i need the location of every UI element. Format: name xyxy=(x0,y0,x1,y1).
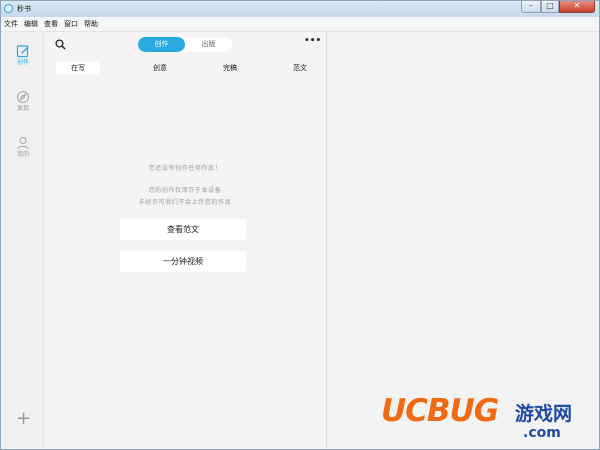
sidebar-item-create[interactable]: 创作 xyxy=(3,44,43,68)
segment-create[interactable]: 创作 xyxy=(138,37,185,52)
sidebar-item-label: 发现 xyxy=(16,105,29,112)
maximize-button[interactable]: □ xyxy=(541,1,559,13)
empty-note-storage: 您的创作仅保存于本设备 xyxy=(148,187,222,194)
watermark-cn-text: 游戏网 xyxy=(515,403,573,425)
tab-samples[interactable]: 范文 xyxy=(278,61,322,75)
sidebar-item-label: 我的 xyxy=(16,151,29,158)
menu-view[interactable]: 查看 xyxy=(41,17,61,31)
one-minute-video-button[interactable]: 一分钟视频 xyxy=(120,251,246,272)
title-bar: 秒书 – □ ✕ xyxy=(1,1,599,17)
tab-finished[interactable]: 完稿 xyxy=(208,61,252,75)
sidebar-item-discover[interactable]: 发现 xyxy=(3,90,43,114)
app-logo-icon xyxy=(4,4,13,13)
empty-message: 您还没有创作任何作品！ xyxy=(148,165,222,172)
watermark-domain: .com xyxy=(523,425,561,441)
watermark-brand: UCBUG xyxy=(381,393,499,429)
search-icon[interactable] xyxy=(55,39,66,50)
sidebar-item-label: 创作 xyxy=(16,59,29,66)
edit-icon xyxy=(16,45,29,58)
menu-bar: 文件 编辑 查看 窗口 帮助 xyxy=(1,17,599,32)
works-tabs: 在写 创意 完稿 范文 xyxy=(56,61,326,75)
watermark: UCBUG 游戏网 .com xyxy=(381,393,591,447)
add-icon[interactable]: + xyxy=(16,410,31,428)
window-title: 秒书 xyxy=(17,5,31,13)
tab-ideas[interactable]: 创意 xyxy=(138,61,182,75)
compass-icon xyxy=(16,90,30,104)
empty-note-privacy: 未经许可我们不会上传您的作品 xyxy=(138,199,232,206)
menu-window[interactable]: 窗口 xyxy=(61,17,81,31)
mode-toggle: 创作 出版 xyxy=(138,37,232,52)
tab-writing[interactable]: 在写 xyxy=(56,61,100,75)
more-icon[interactable]: ••• xyxy=(304,36,321,46)
left-sidebar: 创作 发现 我的 + xyxy=(3,32,44,448)
menu-edit[interactable]: 编辑 xyxy=(21,17,41,31)
menu-file[interactable]: 文件 xyxy=(1,17,21,31)
view-samples-button[interactable]: 查看范文 xyxy=(120,219,246,240)
sidebar-item-mine[interactable]: 我的 xyxy=(3,136,43,160)
app-window: 秒书 – □ ✕ 文件 编辑 查看 窗口 帮助 创作 发现 我的 + 创作 出版… xyxy=(0,0,600,450)
editor-area xyxy=(327,32,599,448)
segment-publish[interactable]: 出版 xyxy=(185,37,232,52)
works-panel: 创作 出版 ••• 在写 创意 完稿 范文 您还没有创作任何作品！ 您的创作仅保… xyxy=(44,32,327,448)
minimize-button[interactable]: – xyxy=(521,1,541,13)
user-icon xyxy=(17,136,29,150)
menu-help[interactable]: 帮助 xyxy=(81,17,101,31)
close-button[interactable]: ✕ xyxy=(559,1,595,13)
window-controls: – □ ✕ xyxy=(521,1,595,13)
